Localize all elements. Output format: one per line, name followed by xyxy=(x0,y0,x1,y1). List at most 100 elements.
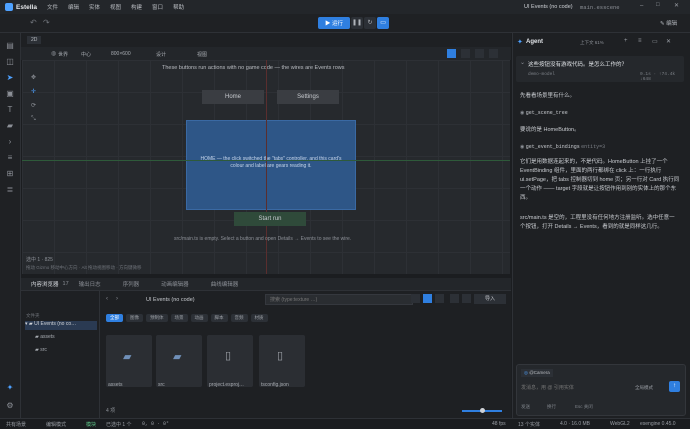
menu-file[interactable]: 文件 xyxy=(47,3,58,11)
tree-item-root[interactable]: ▾ ▰ UI Events (no co… xyxy=(25,321,97,330)
history-icon[interactable]: ≡ xyxy=(638,38,642,44)
filter-audio[interactable]: 音频 xyxy=(230,314,248,322)
menu-view[interactable]: 视图 xyxy=(110,3,121,11)
tab-content-browser[interactable]: 内容浏览器 xyxy=(31,280,59,288)
tool-move-icon[interactable]: ✥ xyxy=(31,74,36,81)
view-toggle[interactable]: 视图 xyxy=(197,51,207,58)
axis-horizontal xyxy=(22,160,510,161)
tool-rect-icon[interactable]: ⤡ xyxy=(31,116,36,123)
tool-call-scene-tree[interactable]: ◉ get_scene_tree xyxy=(520,110,568,116)
view-list-button[interactable] xyxy=(423,294,432,303)
design-toggle[interactable]: 设计 xyxy=(156,51,166,58)
status-module[interactable]: 模块 xyxy=(86,421,96,428)
status-gl: WebGL2 xyxy=(610,421,630,427)
pause-button[interactable]: ❚❚ xyxy=(351,17,364,29)
tool-rotate-icon[interactable]: ✛ xyxy=(31,88,36,95)
tab-sequencer[interactable]: 序列器 xyxy=(123,280,140,288)
layers-icon[interactable]: ◫ xyxy=(5,57,15,67)
thumbnail-size-slider[interactable] xyxy=(462,408,502,413)
filter-material[interactable]: 材质 xyxy=(250,314,268,322)
new-chat-icon[interactable]: + xyxy=(624,38,628,44)
new-folder-button[interactable] xyxy=(450,294,459,303)
tab-curve-editor[interactable]: 曲线编辑器 xyxy=(211,280,239,288)
stack-icon[interactable]: ≣ xyxy=(5,185,15,195)
folder-icon[interactable]: ▰ xyxy=(5,121,15,131)
scene-canvas[interactable]: These buttons run actions with no game c… xyxy=(22,60,510,274)
settings-gear-icon[interactable]: ⚙ xyxy=(5,401,15,411)
back-icon[interactable]: ‹ xyxy=(106,296,108,302)
camera-toggle-button[interactable] xyxy=(489,49,498,58)
tool-call-event-bindings[interactable]: ◉ get_event_bindings entity=3 xyxy=(520,144,605,150)
file-tile-project[interactable]: ▯ xyxy=(207,335,253,387)
status-entities: 13 个实体 xyxy=(518,422,540,428)
filter-script[interactable]: 脚本 xyxy=(210,314,228,322)
tool-name: get_event_bindings xyxy=(525,144,580,150)
mode-world[interactable]: 世界 xyxy=(58,51,68,58)
redo-icon[interactable]: ↷ xyxy=(43,18,50,27)
agent-message-1: 先看看场景里有什么。 xyxy=(520,93,576,99)
agent-message-input[interactable] xyxy=(521,383,631,392)
gizmo-toggle-button[interactable] xyxy=(475,49,484,58)
view-tile-button[interactable] xyxy=(435,294,444,303)
content-path[interactable]: UI Events (no code) xyxy=(146,297,195,303)
status-scene[interactable]: 共有场景 xyxy=(6,421,26,428)
grid-icon[interactable]: ⊞ xyxy=(5,169,15,179)
tree-assets-label: assets xyxy=(40,334,55,340)
file-tile-assets[interactable]: ▰ xyxy=(106,335,152,387)
layout-icon[interactable]: ▤ xyxy=(5,41,15,51)
chevron-down-icon[interactable]: ⌄ xyxy=(520,59,525,66)
status-mode[interactable]: 编辑模式 xyxy=(46,421,66,428)
terminal-icon[interactable]: › xyxy=(5,137,15,147)
menu-build[interactable]: 构建 xyxy=(131,3,142,11)
viewport-tab-2d[interactable]: 2D xyxy=(27,36,42,44)
list-icon[interactable]: ≡ xyxy=(5,153,15,163)
select-tool-icon[interactable]: ➤ xyxy=(5,73,15,83)
panel-close-icon[interactable]: ✕ xyxy=(666,38,671,45)
menu-entity[interactable]: 实体 xyxy=(89,3,100,11)
undo-icon[interactable]: ↶ xyxy=(30,18,37,27)
grid-toggle-button[interactable] xyxy=(447,49,456,58)
filter-prefab[interactable]: 预制体 xyxy=(146,314,168,322)
filter-animation[interactable]: 动画 xyxy=(190,314,208,322)
home-button[interactable]: Home xyxy=(202,90,264,104)
mention-chip[interactable]: ◎ @Camera xyxy=(521,369,553,377)
snap-toggle-button[interactable] xyxy=(461,49,470,58)
send-button[interactable]: ↑ xyxy=(669,381,680,392)
font-icon[interactable]: T xyxy=(5,105,15,115)
view-grid-button[interactable] xyxy=(411,294,420,303)
menu-window[interactable]: 窗口 xyxy=(152,3,163,11)
device-preview-button[interactable]: ▭ xyxy=(377,17,390,29)
resolution-select[interactable]: 800×600 xyxy=(111,51,131,57)
tree-item-assets[interactable]: ▰ assets xyxy=(35,334,55,340)
run-button[interactable]: ▶ 运行 xyxy=(318,17,351,29)
content-search-input[interactable] xyxy=(265,294,413,305)
maximize-icon[interactable]: □ xyxy=(656,2,660,8)
import-button[interactable]: 导入 xyxy=(474,294,506,304)
tab-output-log[interactable]: 输出日志 xyxy=(79,280,101,288)
menu-help[interactable]: 帮助 xyxy=(173,3,184,11)
filter-scene[interactable]: 场景 xyxy=(170,314,188,322)
tab-animation-editor[interactable]: 动画编辑器 xyxy=(161,280,189,288)
image-icon[interactable]: ▣ xyxy=(5,89,15,99)
forward-icon[interactable]: › xyxy=(116,296,118,302)
file-tile-tsconfig[interactable]: ▯ xyxy=(259,335,305,387)
tool-scale-icon[interactable]: ⟳ xyxy=(31,102,36,109)
edit-button[interactable]: ✎ 编辑 xyxy=(660,19,677,27)
file-tile-src[interactable]: ▰ xyxy=(156,335,202,387)
filter-image[interactable]: 图像 xyxy=(126,314,143,322)
filter-all[interactable]: 全部 xyxy=(106,314,123,322)
menu-edit[interactable]: 编辑 xyxy=(68,3,79,11)
close-icon[interactable]: ✕ xyxy=(674,2,679,9)
restart-button[interactable]: ↻ xyxy=(364,17,377,29)
settings-button[interactable]: Settings xyxy=(277,90,339,104)
minimize-icon[interactable]: – xyxy=(640,3,643,9)
sparkle-agent-icon[interactable]: ✦ xyxy=(5,383,15,393)
layout-icon[interactable]: ▭ xyxy=(652,38,658,45)
mode-center[interactable]: 中心 xyxy=(81,51,91,58)
mode-select[interactable]: 全局模式 xyxy=(635,385,653,391)
start-run-button[interactable]: Start run xyxy=(234,212,306,226)
tree-item-src[interactable]: ▰ src xyxy=(35,347,47,353)
new-item-button[interactable] xyxy=(462,294,471,303)
status-engine: esengine 0.45.0 xyxy=(640,421,676,427)
slider-knob[interactable] xyxy=(480,408,485,413)
